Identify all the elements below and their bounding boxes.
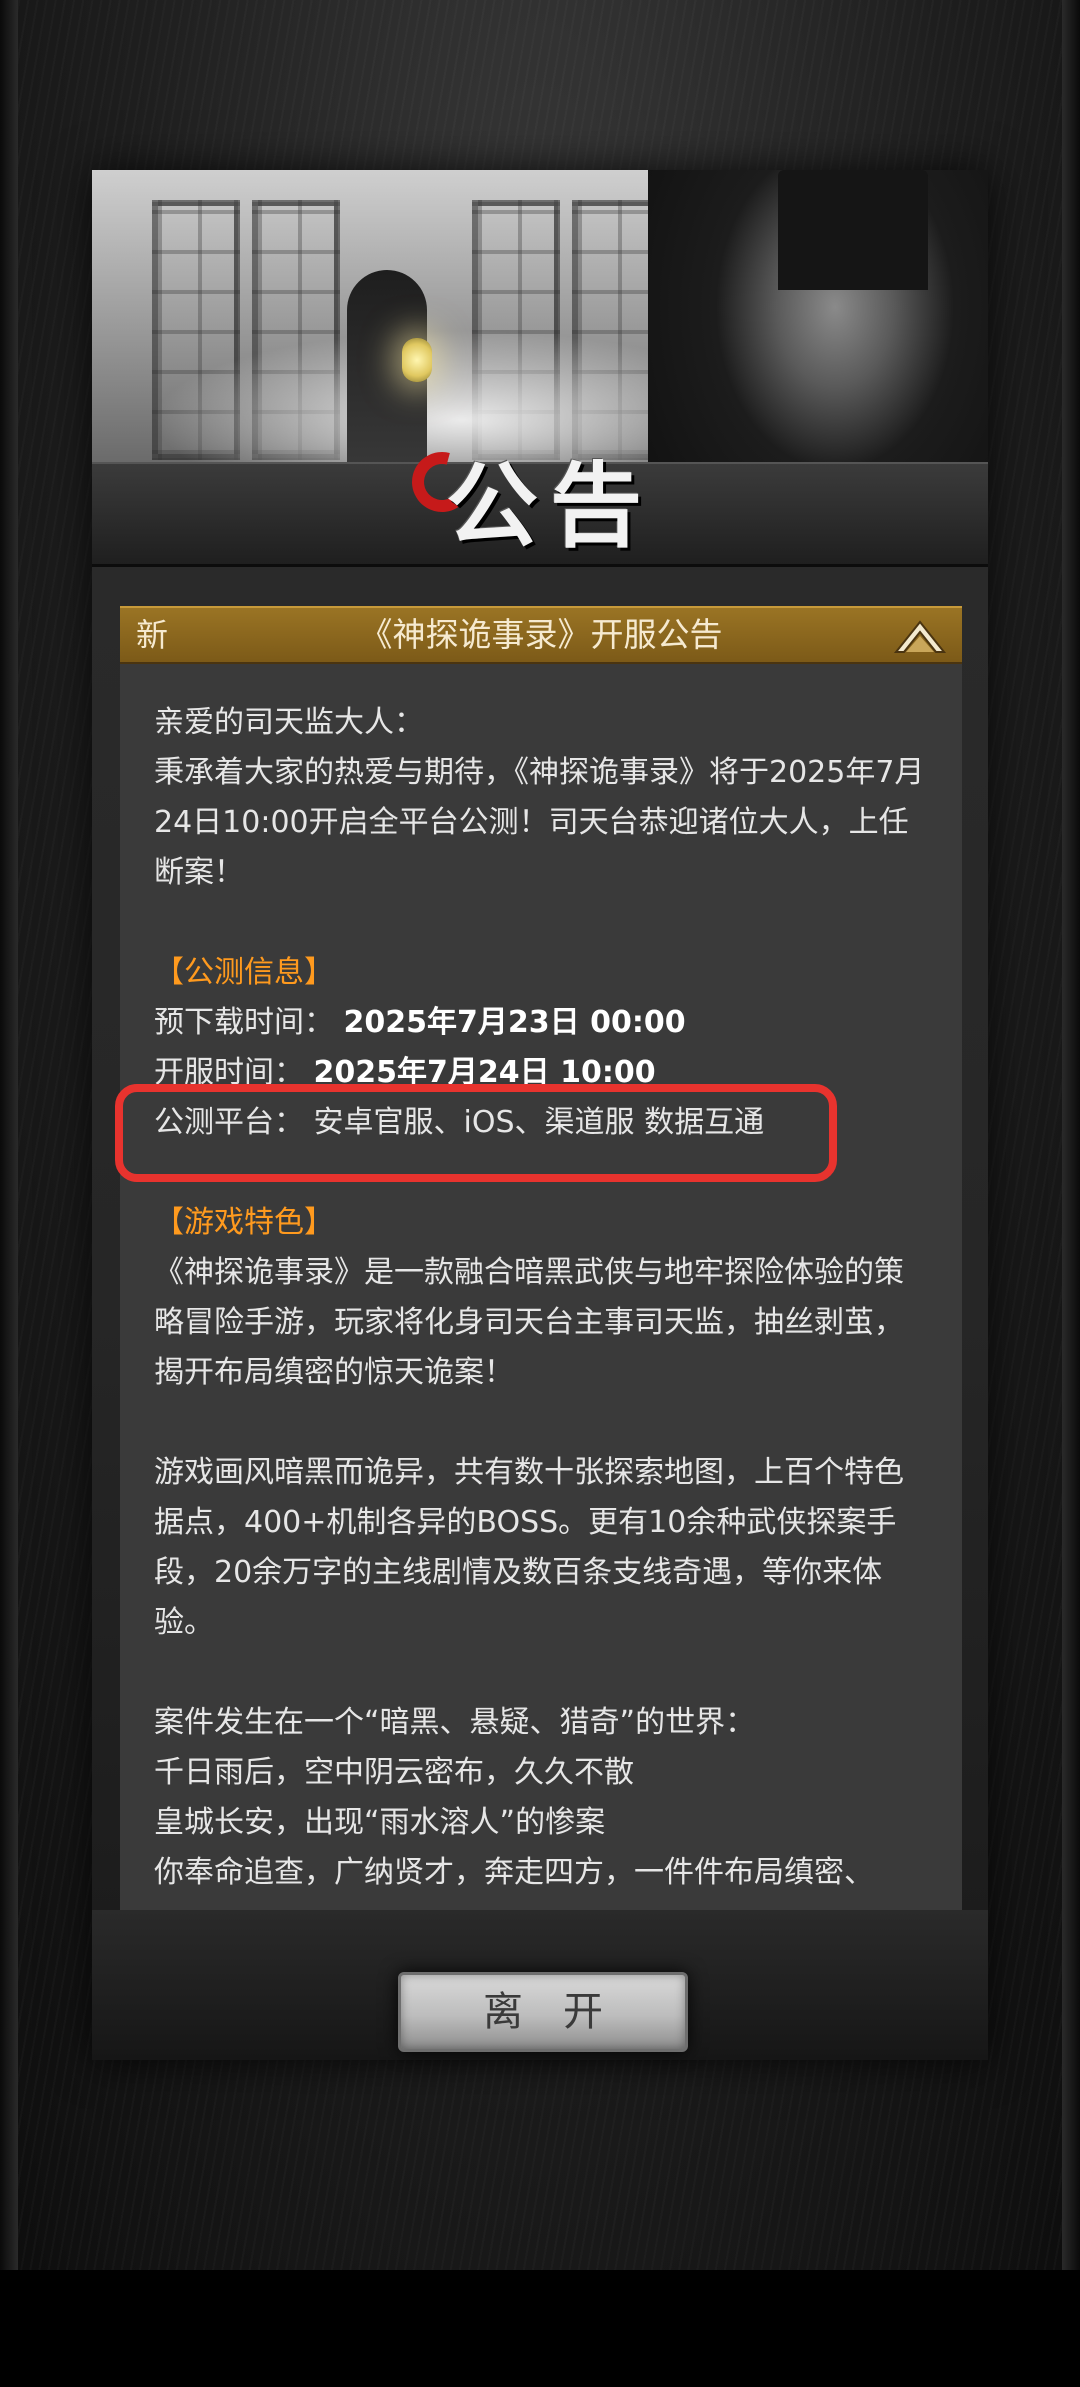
story-line-2: 千日雨后，空中阴云密布，久久不散 <box>154 1755 634 1790</box>
panel-title: 公告 <box>445 452 654 560</box>
section-heading-info: 【公测信息】 <box>154 955 334 990</box>
features-paragraph-1: 《神探诡事录》是一款融合暗黑武侠与地牢探险体验的策略冒险手游，玩家将化身司天台主… <box>154 1255 904 1390</box>
left-edge <box>0 0 18 2270</box>
open-time-row-clipped: 开服时间： 2025年7月24日 10:00 <box>154 1048 928 1084</box>
story-line-4: 你奉命追查，广纳贤才，奔走四方，一件件布局缜密、 <box>154 1855 874 1890</box>
official-hat <box>778 170 928 290</box>
notice-header[interactable]: 新 《神探诡事录》开服公告 <box>120 606 962 664</box>
story-line-3: 皇城长安，出现“雨水溶人”的惨案 <box>154 1805 606 1840</box>
lantern-icon <box>402 338 432 382</box>
notice-content[interactable]: 亲爱的司天监大人： 秉承着大家的热爱与期待，《神探诡事录》将于2025年7月24… <box>120 664 962 1910</box>
greeting-text: 亲爱的司天监大人： <box>154 705 424 740</box>
story-line-1: 案件发生在一个“暗黑、悬疑、猎奇”的世界： <box>154 1705 756 1740</box>
highlight-annotation <box>115 1084 837 1182</box>
chevron-up-icon[interactable] <box>892 614 948 656</box>
section-heading-features: 【游戏特色】 <box>154 1205 334 1240</box>
open-time-label: 开服时间： <box>154 1055 304 1084</box>
predownload-label: 预下载时间： <box>154 1005 334 1040</box>
intro-text: 秉承着大家的热爱与期待，《神探诡事录》将于2025年7月24日10:00开启全平… <box>154 755 925 890</box>
predownload-row: 预下载时间： 2025年7月23日 00:00 <box>154 998 928 1048</box>
leave-button[interactable]: 离开 <box>398 1972 688 2052</box>
features-paragraph-2: 游戏画风暗黑而诡异，共有数十张探索地图，上百个特色据点，400+机制各异的BOS… <box>154 1455 904 1640</box>
predownload-value: 2025年7月23日 00:00 <box>343 1005 686 1040</box>
open-time-value: 2025年7月24日 10:00 <box>313 1055 656 1084</box>
right-edge <box>1062 0 1080 2270</box>
game-screen: 公告 新 《神探诡事录》开服公告 亲爱的司天监大人： 秉承着大家的热爱与期待，《… <box>0 0 1080 2270</box>
notice-title: 《神探诡事录》开服公告 <box>359 615 723 654</box>
